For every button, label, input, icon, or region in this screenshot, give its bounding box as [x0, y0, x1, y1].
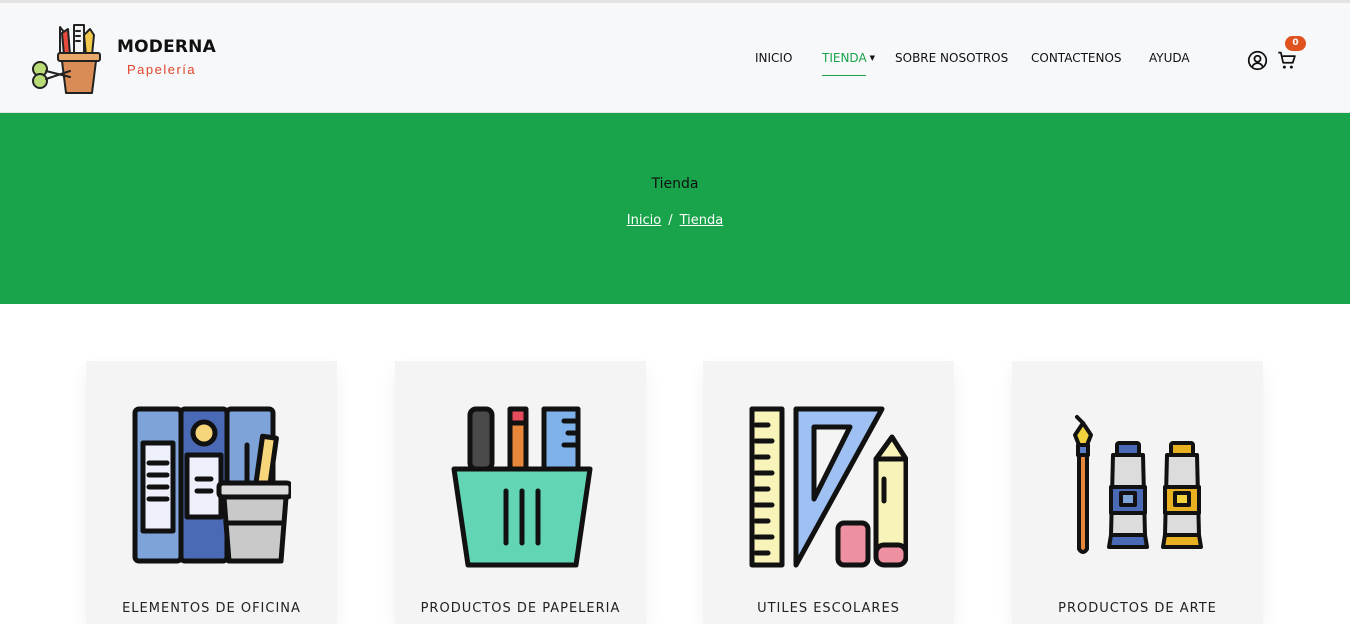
category-label: ELEMENTOS DE OFICINA [122, 601, 301, 616]
nav-item-inicio[interactable]: INICIO [755, 51, 792, 65]
breadcrumb-link-tienda[interactable]: Tienda [680, 213, 724, 228]
nav-item-ayuda[interactable]: AYUDA [1149, 51, 1190, 65]
category-card-oficina[interactable]: ELEMENTOS DE OFICINA [86, 361, 337, 624]
nav-label: CONTACTENOS [1031, 51, 1122, 65]
brand-name[interactable]: MODERNA [117, 37, 216, 57]
nav-item-contactenos[interactable]: CONTACTENOS [1031, 51, 1122, 65]
breadcrumb: Inicio / Tienda [0, 213, 1350, 228]
nav-label: SOBRE NOSOTROS [895, 51, 1009, 65]
user-circle-icon[interactable] [1247, 50, 1268, 71]
page-hero: Tienda Inicio / Tienda [0, 113, 1350, 304]
nav-active-underline [822, 75, 866, 76]
pencil-cup-icon [451, 406, 593, 568]
site-header: MODERNA Papelería INICIO TIENDA ▼ SOBRE N… [0, 3, 1350, 113]
category-card-arte[interactable]: PRODUCTOS DE ARTE [1012, 361, 1263, 624]
ruler-square-icon [749, 406, 908, 568]
page-title: Tienda [651, 176, 699, 192]
category-label: UTILES ESCOLARES [757, 601, 900, 616]
caret-down-icon: ▼ [869, 54, 876, 62]
category-card-papeleria[interactable]: PRODUCTOS DE PAPELERIA [395, 361, 646, 624]
breadcrumb-separator: / [668, 213, 673, 228]
breadcrumb-link-inicio[interactable]: Inicio [627, 213, 661, 228]
office-binders-icon [132, 406, 291, 564]
nav-item-tienda[interactable]: TIENDA ▼ [822, 51, 876, 76]
brand-subtitle: Papelería [127, 62, 197, 77]
shopping-cart-icon[interactable] [1276, 50, 1298, 71]
nav-label: TIENDA [822, 51, 867, 65]
stationery-cup-icon[interactable] [28, 21, 104, 97]
category-label: PRODUCTOS DE PAPELERIA [420, 601, 621, 616]
nav-label: AYUDA [1149, 51, 1190, 65]
category-label: PRODUCTOS DE ARTE [1058, 601, 1217, 616]
nav-label: INICIO [755, 51, 793, 65]
cart-count-badge: 0 [1285, 36, 1306, 51]
paint-tubes-icon [1073, 415, 1203, 554]
nav-item-sobre-nosotros[interactable]: SOBRE NOSOTROS [895, 51, 1008, 65]
category-card-utiles[interactable]: UTILES ESCOLARES [703, 361, 954, 624]
